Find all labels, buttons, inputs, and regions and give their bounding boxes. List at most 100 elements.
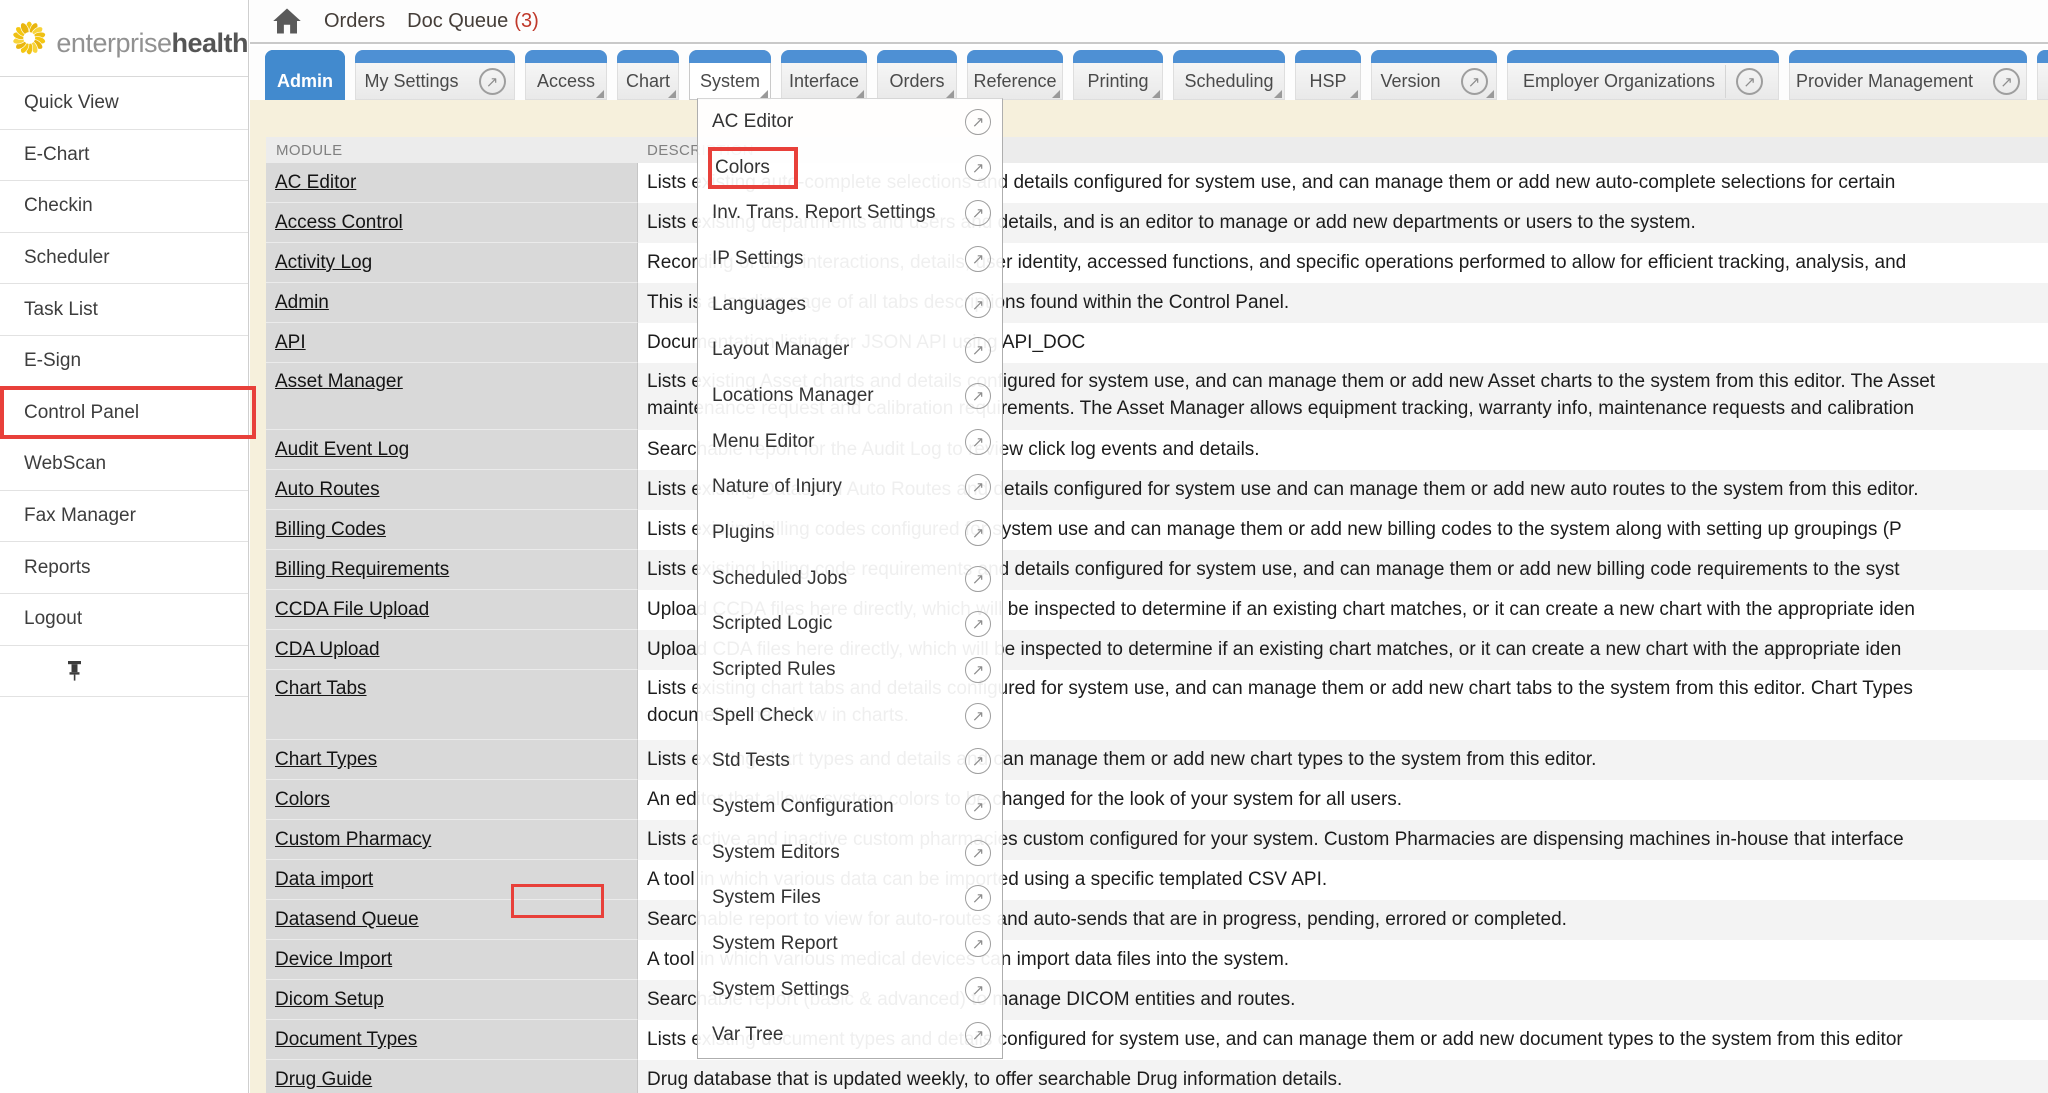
menu-item-system-files[interactable]: System Files↗ [698, 875, 1002, 921]
module-link-auto-routes[interactable]: Auto Routes [275, 479, 380, 500]
external-link-icon[interactable]: ↗ [965, 885, 991, 911]
external-link-icon[interactable]: ↗ [965, 611, 991, 637]
sidebar-item-control-panel[interactable]: Control Panel [0, 388, 248, 440]
sidebar-item-task-list[interactable]: Task List [0, 284, 248, 336]
tab-my-settings[interactable]: My Settings↗ [355, 50, 515, 100]
external-link-icon[interactable]: ↗ [479, 68, 506, 95]
sidebar-item-quick-view[interactable]: Quick View [0, 78, 248, 130]
external-link-icon[interactable]: ↗ [965, 520, 991, 546]
sidebar-item-webscan[interactable]: WebScan [0, 439, 248, 491]
external-link-icon[interactable]: ↗ [965, 931, 991, 957]
external-link-icon[interactable]: ↗ [965, 337, 991, 363]
tab-reference[interactable]: Reference [967, 50, 1063, 100]
breadcrumb-doc-queue[interactable]: Doc Queue [407, 10, 508, 33]
menu-item-system-report[interactable]: System Report↗ [698, 921, 1002, 967]
menu-item-system-editors[interactable]: System Editors↗ [698, 830, 1002, 876]
external-link-icon[interactable]: ↗ [965, 657, 991, 683]
sidebar-pin-button[interactable] [0, 646, 248, 698]
module-link-colors[interactable]: Colors [275, 789, 330, 810]
tab-access[interactable]: Access [525, 50, 607, 100]
menu-item-colors[interactable]: Colors↗ [698, 145, 1002, 191]
module-link-ac-editor[interactable]: AC Editor [275, 172, 356, 193]
module-link-access-control[interactable]: Access Control [275, 212, 403, 233]
tab-clipped-edge[interactable] [2037, 50, 2048, 100]
external-link-icon[interactable]: ↗ [965, 200, 991, 226]
module-link-cda-upload[interactable]: CDA Upload [275, 639, 380, 660]
menu-item-std-tests[interactable]: Std Tests↗ [698, 738, 1002, 784]
menu-item-layout-manager[interactable]: Layout Manager↗ [698, 327, 1002, 373]
module-link-data-import[interactable]: Data import [275, 869, 373, 890]
module-link-chart-tabs[interactable]: Chart Tabs [275, 678, 367, 699]
menu-item-ac-editor[interactable]: AC Editor↗ [698, 99, 1002, 145]
external-link-icon[interactable]: ↗ [965, 383, 991, 409]
external-link-icon[interactable]: ↗ [965, 703, 991, 729]
menu-item-languages[interactable]: Languages↗ [698, 282, 1002, 328]
menu-item-menu-editor[interactable]: Menu Editor↗ [698, 419, 1002, 465]
tab-admin[interactable]: Admin [265, 50, 345, 100]
menu-item-spell-check[interactable]: Spell Check↗ [698, 693, 1002, 739]
menu-item-scripted-logic[interactable]: Scripted Logic↗ [698, 601, 1002, 647]
module-link-device-import[interactable]: Device Import [275, 949, 392, 970]
module-link-billing-requirements[interactable]: Billing Requirements [275, 559, 449, 580]
module-link-admin[interactable]: Admin [275, 292, 329, 313]
menu-item-scheduled-jobs[interactable]: Scheduled Jobs↗ [698, 556, 1002, 602]
module-link-activity-log[interactable]: Activity Log [275, 252, 372, 273]
external-link-icon[interactable]: ↗ [965, 794, 991, 820]
external-link-icon[interactable]: ↗ [965, 566, 991, 592]
menu-item-ip-settings[interactable]: IP Settings↗ [698, 236, 1002, 282]
external-link-icon[interactable]: ↗ [965, 474, 991, 500]
module-link-api[interactable]: API [275, 332, 306, 353]
menu-item-system-configuration[interactable]: System Configuration↗ [698, 784, 1002, 830]
external-link-icon[interactable]: ↗ [965, 429, 991, 455]
sidebar-item-logout[interactable]: Logout [0, 594, 248, 646]
external-link-icon[interactable]: ↗ [965, 748, 991, 774]
module-link-custom-pharmacy[interactable]: Custom Pharmacy [275, 829, 431, 850]
external-link-icon[interactable]: ↗ [965, 292, 991, 318]
breadcrumb-orders[interactable]: Orders [324, 10, 385, 33]
external-link-icon[interactable]: ↗ [1461, 68, 1488, 95]
sidebar-item-e-sign[interactable]: E-Sign [0, 336, 248, 388]
menu-item-inv-trans-report-settings[interactable]: Inv. Trans. Report Settings↗ [698, 190, 1002, 236]
external-link-icon[interactable]: ↗ [965, 1022, 991, 1048]
external-link-icon[interactable]: ↗ [1993, 68, 2020, 95]
external-link-icon[interactable]: ↗ [965, 109, 991, 135]
module-link-billing-codes[interactable]: Billing Codes [275, 519, 386, 540]
module-link-datasend-queue[interactable]: Datasend Queue [275, 909, 419, 930]
menu-item-system-settings[interactable]: System Settings↗ [698, 967, 1002, 1013]
external-link-icon[interactable]: ↗ [965, 840, 991, 866]
module-link-document-types[interactable]: Document Types [275, 1029, 417, 1050]
tab-scheduling[interactable]: Scheduling [1173, 50, 1285, 100]
menu-item-nature-of-injury[interactable]: Nature of Injury↗ [698, 464, 1002, 510]
tab-employer-organizations[interactable]: Employer Organizations↗ [1507, 50, 1779, 100]
external-link-icon[interactable]: ↗ [965, 155, 991, 181]
module-link-chart-types[interactable]: Chart Types [275, 749, 377, 770]
menu-item-scripted-rules[interactable]: Scripted Rules↗ [698, 647, 1002, 693]
tab-printing[interactable]: Printing [1073, 50, 1163, 100]
tab-orders[interactable]: Orders [877, 50, 957, 100]
module-link-ccda-file-upload[interactable]: CCDA File Upload [275, 599, 429, 620]
sidebar-item-e-chart[interactable]: E-Chart [0, 130, 248, 182]
sidebar-item-checkin[interactable]: Checkin [0, 181, 248, 233]
tab-interface[interactable]: Interface [781, 50, 867, 100]
module-link-asset-manager[interactable]: Asset Manager [275, 371, 403, 392]
module-link-drug-guide[interactable]: Drug Guide [275, 1069, 372, 1090]
sidebar-item-fax-manager[interactable]: Fax Manager [0, 491, 248, 543]
menu-item-locations-manager[interactable]: Locations Manager↗ [698, 373, 1002, 419]
module-link-audit-event-log[interactable]: Audit Event Log [275, 439, 409, 460]
menu-item-var-tree[interactable]: Var Tree↗ [698, 1012, 1002, 1058]
external-link-icon[interactable]: ↗ [965, 977, 991, 1003]
brand-logo[interactable]: enterprisehealth [0, 0, 248, 77]
tab-provider-management[interactable]: Provider Management↗ [1789, 50, 2027, 100]
menu-item-plugins[interactable]: Plugins↗ [698, 510, 1002, 556]
module-link-dicom-setup[interactable]: Dicom Setup [275, 989, 384, 1010]
tab-hsp[interactable]: HSP [1295, 50, 1361, 100]
sidebar-item-scheduler[interactable]: Scheduler [0, 233, 248, 285]
tab-top-accent [1295, 50, 1361, 63]
tab-system[interactable]: System [689, 50, 771, 100]
home-icon[interactable] [272, 7, 302, 35]
tab-chart[interactable]: Chart [617, 50, 679, 100]
sidebar-item-reports[interactable]: Reports [0, 542, 248, 594]
tab-version[interactable]: Version↗ [1371, 50, 1497, 100]
external-link-icon[interactable]: ↗ [1736, 68, 1763, 95]
external-link-icon[interactable]: ↗ [965, 246, 991, 272]
